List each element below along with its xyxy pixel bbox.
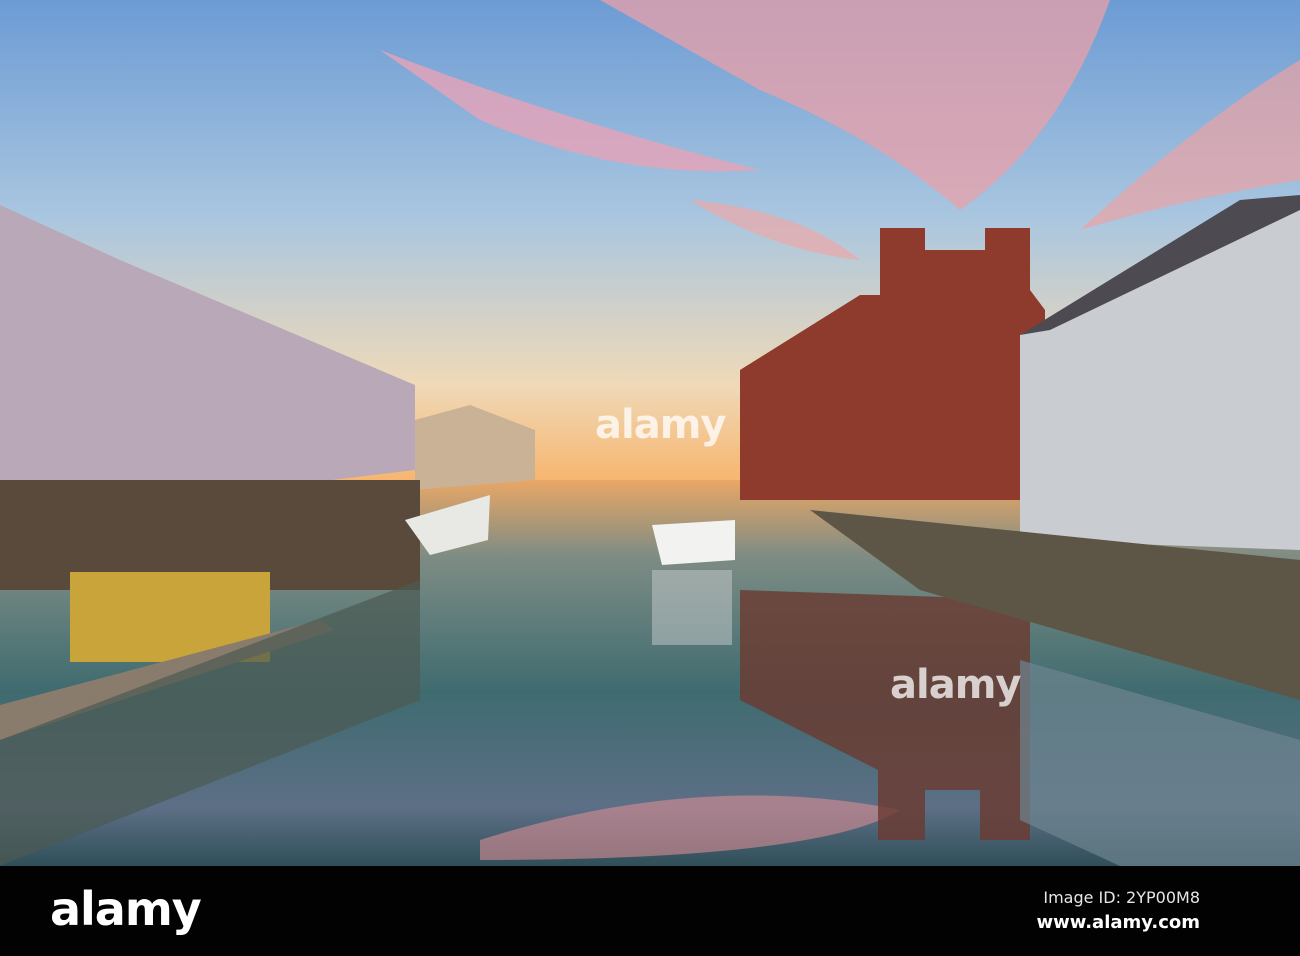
boat bbox=[652, 520, 735, 565]
boat-reflection bbox=[652, 570, 732, 645]
watermark: alamy bbox=[890, 662, 1021, 708]
watermark: alamy bbox=[595, 402, 726, 448]
stock-photo-page: alamy alamy alamy Image ID: 2YP00M8 www.… bbox=[0, 0, 1300, 956]
site-url[interactable]: www.alamy.com bbox=[1036, 912, 1200, 933]
footer-bar: alamy Image ID: 2YP00M8 www.alamy.com bbox=[0, 866, 1300, 956]
image-id: Image ID: 2YP00M8 bbox=[1043, 888, 1200, 907]
alamy-logo[interactable]: alamy bbox=[50, 882, 202, 936]
